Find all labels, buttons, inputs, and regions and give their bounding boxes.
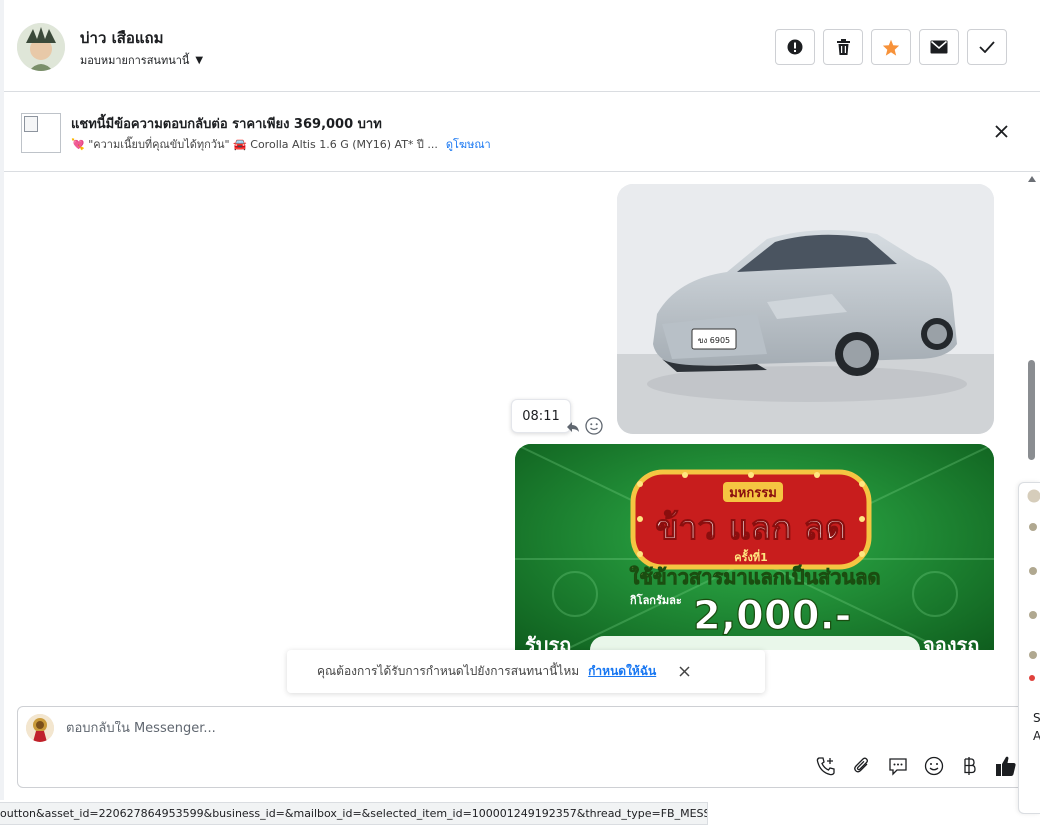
scroll-thumb[interactable] [1028, 360, 1035, 460]
message-thread[interactable]: ขง 6905 08:11 มหกรรม ข้าว แลก ลด ครั้งที… [4, 172, 1026, 650]
payment-button[interactable] [958, 754, 981, 777]
saved-replies-button[interactable] [886, 754, 909, 777]
chat-bubble-icon [888, 757, 907, 776]
call-button[interactable] [814, 754, 837, 777]
caret-down-icon: ▼ [195, 54, 204, 66]
car-photo-message[interactable]: ขง 6905 [617, 184, 994, 434]
promo-line4: ใช้ข้าวสารมาแลกเป็นส่วนลด [630, 564, 881, 589]
delete-button[interactable] [823, 29, 863, 65]
promo-line5: กิโลกรัมละ [630, 593, 682, 607]
promo-line3: ครั้งที่1 [734, 549, 768, 564]
baht-icon [963, 756, 976, 775]
toast-text: คุณต้องการได้รับการกำหนดไปยังการสนทนานี้… [317, 664, 580, 678]
conversation-header: บ่าว เสือแถม มอบหมายการสนทนานี้ ▼ [4, 2, 1040, 92]
ad-title: แชทนี้มีข้อความตอบกลับต่อ ราคาเพียง 369,… [71, 117, 382, 132]
reply-icon[interactable] [566, 418, 580, 437]
promo-amount: 2,000.- [693, 593, 851, 639]
reply-input[interactable] [66, 721, 766, 736]
side-avatar [1027, 489, 1040, 503]
attach-button[interactable] [850, 754, 873, 777]
close-banner-button[interactable] [990, 120, 1012, 142]
assign-label: มอบหมายการสนทนานี้ [80, 54, 190, 67]
trash-icon [836, 39, 850, 55]
promo-line1: มหกรรม [729, 486, 777, 501]
paperclip-icon [853, 757, 868, 772]
report-button[interactable] [775, 29, 815, 65]
close-icon [679, 666, 690, 677]
react-smiley-icon[interactable] [585, 417, 603, 439]
side-item-dot [1029, 523, 1037, 531]
contact-name[interactable]: บ่าว เสือแถม [80, 26, 164, 50]
toast-close-button[interactable] [676, 664, 692, 680]
like-button[interactable] [994, 754, 1017, 777]
side-text-2: A [1033, 729, 1040, 743]
promo-poster-message[interactable]: มหกรรม ข้าว แลก ลด ครั้งที่1 ใช้ข้าวสารม… [515, 444, 994, 650]
reply-composer [17, 706, 1027, 788]
emoji-button[interactable] [922, 754, 945, 777]
mark-unread-button[interactable] [919, 29, 959, 65]
close-icon [994, 124, 1008, 138]
alert-circle-icon [787, 39, 803, 55]
promo-left-text: รับรถ [525, 633, 571, 650]
phone-plus-icon [816, 756, 835, 775]
ad-subtitle-row: 💘 "ความเนี๊ยบที่คุณขับได้ทุกวัน" 🚘 Corol… [71, 135, 491, 153]
thumbs-up-icon [995, 756, 1016, 776]
check-icon [979, 41, 995, 53]
side-item-dot [1029, 651, 1037, 659]
browser-status-bar: outton&asset_id=220627864953599&business… [0, 802, 708, 825]
promo-line2: ข้าว แลก ลด [655, 508, 846, 548]
contact-avatar[interactable] [17, 23, 65, 71]
ad-context-banner: แชทนี้มีข้อความตอบกลับต่อ ราคาเพียง 369,… [4, 92, 1040, 172]
view-ad-link[interactable]: ดูโฆษณา [446, 135, 491, 153]
assign-dropdown[interactable]: มอบหมายการสนทนานี้ ▼ [80, 51, 203, 69]
header-actions [775, 29, 1007, 65]
side-item-dot [1029, 611, 1037, 619]
timestamp-tooltip: 08:11 [511, 399, 571, 433]
scroll-up-arrow-icon[interactable] [1028, 176, 1036, 182]
license-plate: ขง 6905 [698, 336, 730, 345]
side-item-dot [1029, 675, 1035, 681]
composer-tools [814, 754, 1017, 777]
side-panel-edge[interactable]: S A [1018, 482, 1040, 814]
emoji-icon [924, 756, 943, 775]
star-button[interactable] [871, 29, 911, 65]
ad-thumbnail[interactable] [21, 113, 61, 153]
mark-done-button[interactable] [967, 29, 1007, 65]
ad-subtitle: 💘 "ความเนี๊ยบที่คุณขับได้ทุกวัน" 🚘 Corol… [71, 138, 438, 151]
star-icon [882, 39, 900, 56]
side-item-dot [1029, 567, 1037, 575]
page-avatar [26, 714, 54, 742]
assign-to-me-link[interactable]: กำหนดให้ฉัน [588, 662, 656, 681]
envelope-icon [930, 40, 948, 54]
assign-prompt-toast: คุณต้องการได้รับการกำหนดไปยังการสนทนานี้… [287, 650, 765, 693]
promo-right-text: จองรถ [923, 633, 979, 650]
side-text-1: S [1033, 711, 1040, 725]
